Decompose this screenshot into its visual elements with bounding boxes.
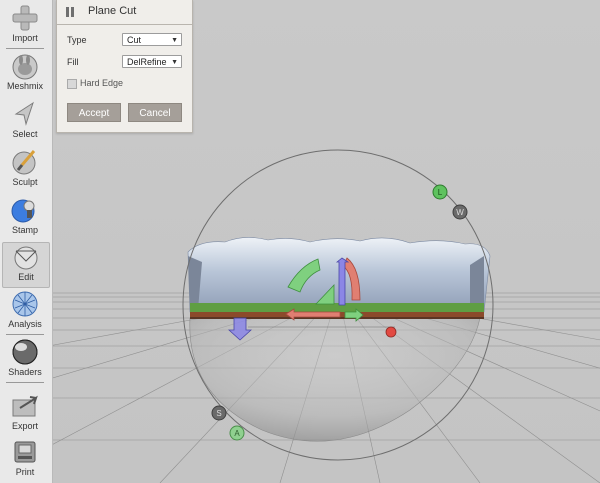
gizmo-handle-a[interactable]: A [229,425,245,441]
cancel-button[interactable]: Cancel [128,103,182,122]
toolbar-edit-label: Edit [18,272,34,282]
toolbar-meshmix[interactable]: Meshmix [2,52,48,96]
toolbar-divider [6,382,44,383]
toolbar-export-label: Export [11,421,38,431]
accept-button[interactable]: Accept [67,103,121,122]
toolbar-stamp-label: Stamp [11,225,38,235]
toolbar-sculpt-label: Sculpt [12,177,38,187]
toolbar-sculpt[interactable]: Sculpt [2,148,48,192]
toolbar-import[interactable]: Import [2,4,48,48]
toolbar-divider [6,48,44,49]
type-select[interactable]: Cut ▼ [122,33,182,46]
select-arrow-icon [14,101,34,126]
fill-select-value: DelRefine [127,57,167,67]
toolbar-print[interactable]: Print [2,438,48,482]
toolbar-analysis[interactable]: Analysis [2,290,48,334]
toolbar-analysis-label: Analysis [8,319,42,329]
printer-icon [14,441,36,463]
hard-edge-checkbox[interactable] [67,79,77,89]
fill-select[interactable]: DelRefine ▼ [122,55,182,68]
toolbar-select[interactable]: Select [2,100,48,144]
dropdown-arrow-icon: ▼ [171,37,178,44]
stamp-icon [11,199,35,223]
toolbar-select-label: Select [12,129,38,139]
gizmo-handle-s[interactable]: S [211,405,227,421]
analysis-mesh-icon [12,291,38,317]
dropdown-arrow-icon: ▼ [171,59,178,66]
toolbar-divider [6,334,44,335]
panel-header[interactable]: Plane Cut [57,0,192,25]
brush-icon [12,150,36,175]
svg-text:L: L [438,188,443,197]
edit-sphere-icon [14,246,38,270]
export-icon [12,395,38,417]
fill-label: Fill [67,57,79,67]
toolbar-print-label: Print [15,467,35,477]
toolbar-edit[interactable]: Edit [2,242,50,288]
meshmix-bunny-icon [12,54,38,80]
hard-edge-label: Hard Edge [80,78,124,88]
toolbar-export[interactable]: Export [2,392,48,436]
plus-icon [12,5,38,31]
gizmo-handle-w[interactable]: W [452,204,468,220]
svg-text:W: W [456,208,464,217]
toolbar-meshmix-label: Meshmix [6,81,43,91]
type-label: Type [67,35,87,45]
svg-text:S: S [216,409,221,418]
drag-grip-icon[interactable] [66,7,75,17]
left-toolbar: Import Meshmix Select Sculpt Stamp Edit … [0,0,53,483]
toolbar-shaders[interactable]: Shaders [2,338,48,382]
type-select-value: Cut [127,35,142,45]
gizmo-handle-l[interactable]: L [432,184,448,200]
panel-title: Plane Cut [88,5,137,17]
shader-sphere-icon [12,339,38,365]
toolbar-stamp[interactable]: Stamp [2,196,48,240]
svg-text:A: A [234,429,240,438]
toolbar-shaders-label: Shaders [8,367,42,377]
gizmo-red-handle [385,326,397,338]
toolbar-import-label: Import [12,33,38,43]
plane-cut-panel: Plane Cut Type Cut ▼ Fill DelRefine ▼ Ha… [56,0,193,133]
